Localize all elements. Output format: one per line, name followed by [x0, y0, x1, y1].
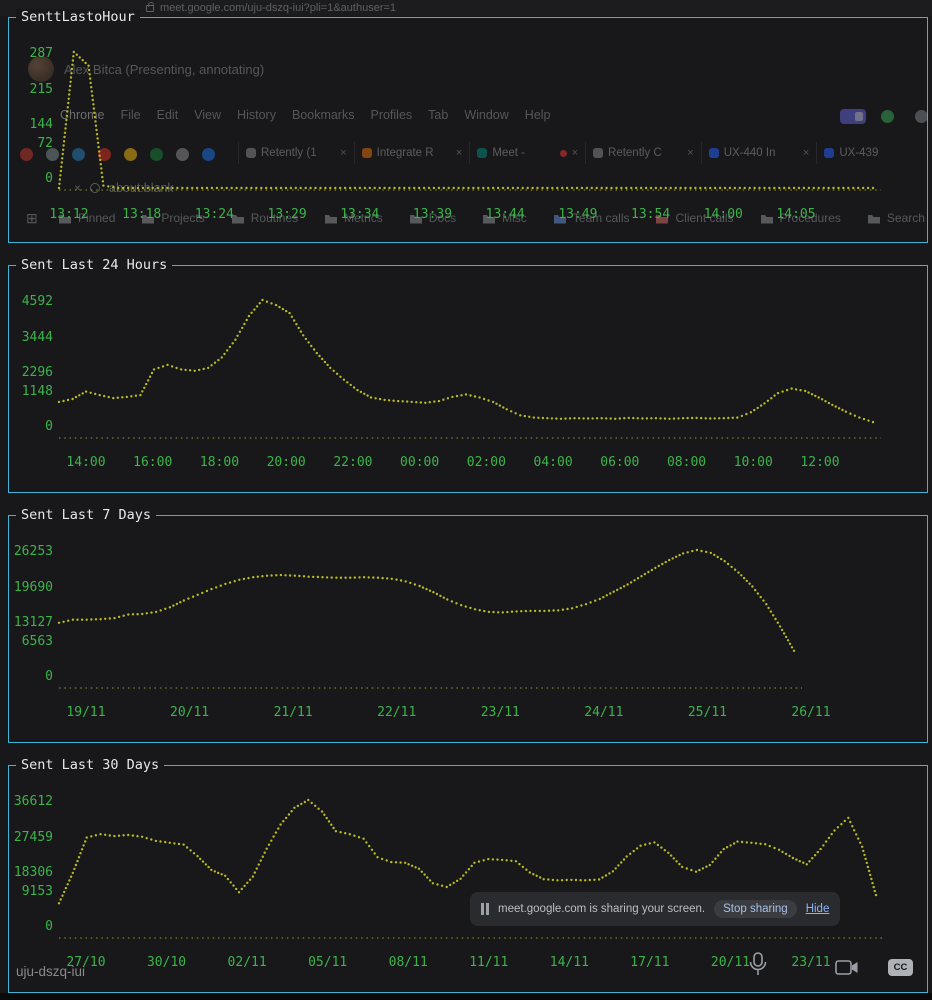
microphone-icon[interactable] — [748, 952, 768, 978]
meeting-code: uju-dszq-iui — [16, 964, 86, 979]
captions-icon[interactable]: CC — [888, 959, 913, 976]
camera-icon[interactable] — [835, 959, 859, 976]
pause-icon — [481, 903, 489, 915]
hide-button[interactable]: Hide — [806, 903, 830, 915]
meet-overlay: meet.google.com is sharing your screen. … — [0, 0, 932, 1000]
share-message: meet.google.com is sharing your screen. — [498, 903, 706, 915]
screen-share-banner: meet.google.com is sharing your screen. … — [470, 892, 841, 926]
screen: meet.google.com/uju-dszq-iui?pli=1&authu… — [0, 0, 932, 1000]
stop-sharing-button[interactable]: Stop sharing — [714, 900, 797, 918]
bottom-bar — [0, 993, 932, 1000]
